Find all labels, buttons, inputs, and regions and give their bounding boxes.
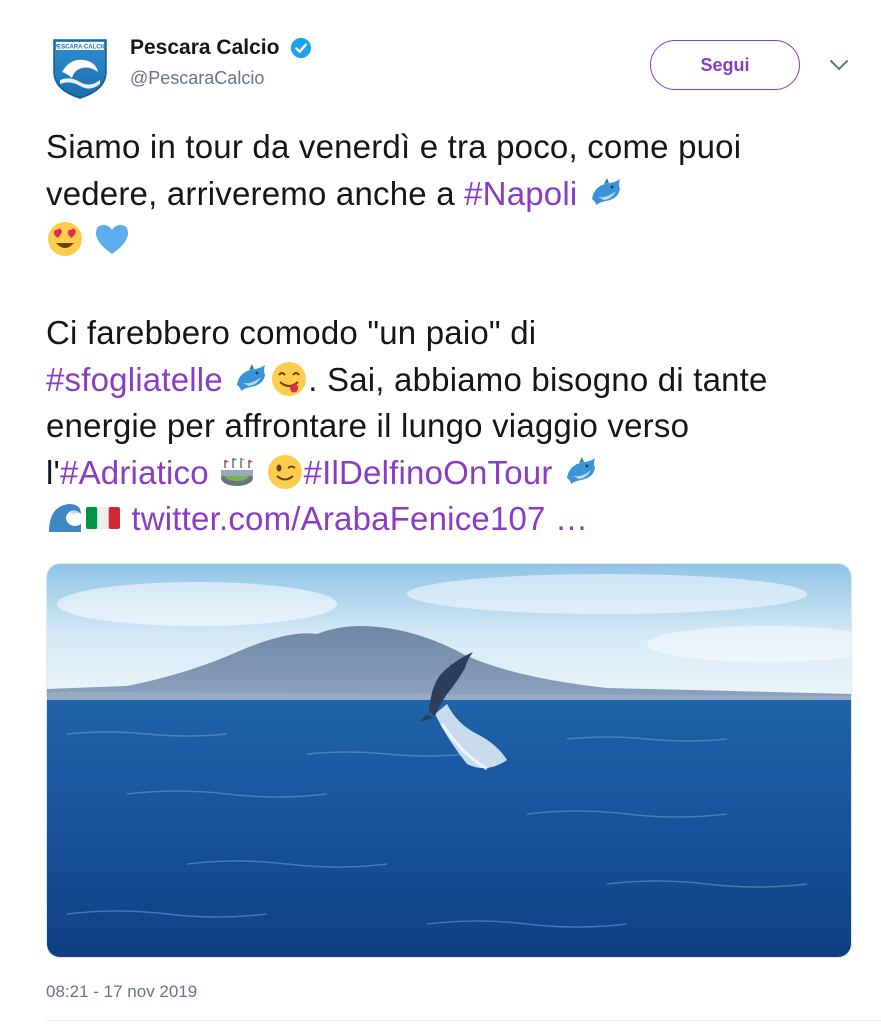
blue-heart-emoji bbox=[96, 225, 129, 254]
avatar[interactable]: PESCARA CALCIO bbox=[52, 38, 108, 100]
tweet-media-image[interactable] bbox=[46, 563, 852, 958]
divider bbox=[46, 1020, 881, 1021]
water-wave-emoji bbox=[49, 504, 81, 532]
tweet-paragraph-1: Siamo in tour da venerdì e tra poco, com… bbox=[46, 124, 846, 264]
heart-eyes-emoji bbox=[48, 222, 82, 256]
italy-flag-emoji bbox=[86, 507, 120, 529]
author-handle[interactable]: @PescaraCalcio bbox=[130, 68, 312, 89]
follow-button[interactable]: Segui bbox=[650, 40, 800, 90]
author-block: Pescara Calcio @PescaraCalcio bbox=[130, 36, 312, 89]
dolphin-emoji bbox=[237, 363, 266, 391]
hashtag-sfogliatelle[interactable]: #sfogliatelle bbox=[46, 361, 223, 398]
chevron-down-icon[interactable] bbox=[828, 58, 850, 72]
dolphin-emoji bbox=[566, 456, 595, 484]
verified-badge-icon bbox=[290, 37, 311, 59]
dolphin-jumping-photo bbox=[47, 564, 851, 957]
hashtag-napoli[interactable]: #Napoli bbox=[464, 175, 577, 212]
author-name[interactable]: Pescara Calcio bbox=[130, 36, 279, 60]
tweet-link[interactable]: twitter.com/ArabaFenice107 … bbox=[131, 500, 588, 537]
tweet-timestamp[interactable]: 08:21 - 17 nov 2019 bbox=[46, 982, 197, 1002]
dolphin-emoji bbox=[591, 177, 620, 205]
avatar-crest-text: PESCARA CALCIO bbox=[53, 45, 107, 51]
hashtag-adriatico[interactable]: #Adriatico bbox=[60, 454, 209, 491]
hashtag-ildelfinoontour[interactable]: #IlDelfinoOnTour bbox=[304, 454, 553, 491]
winking-emoji bbox=[267, 454, 302, 489]
tweet-text: Siamo in tour da venerdì e tra poco, com… bbox=[46, 124, 846, 543]
tweet-paragraph-2: Ci farebbero comodo "un paio" di #sfogli… bbox=[46, 310, 846, 543]
tweet-text-segment: Siamo in tour da venerdì e tra poco, com… bbox=[46, 128, 742, 212]
savoring-food-emoji bbox=[272, 361, 307, 396]
pescara-calcio-crest-icon: PESCARA CALCIO bbox=[53, 39, 107, 99]
tweet-text-segment: Ci farebbero comodo "un paio" di bbox=[46, 314, 537, 351]
stadium-emoji bbox=[221, 457, 254, 486]
